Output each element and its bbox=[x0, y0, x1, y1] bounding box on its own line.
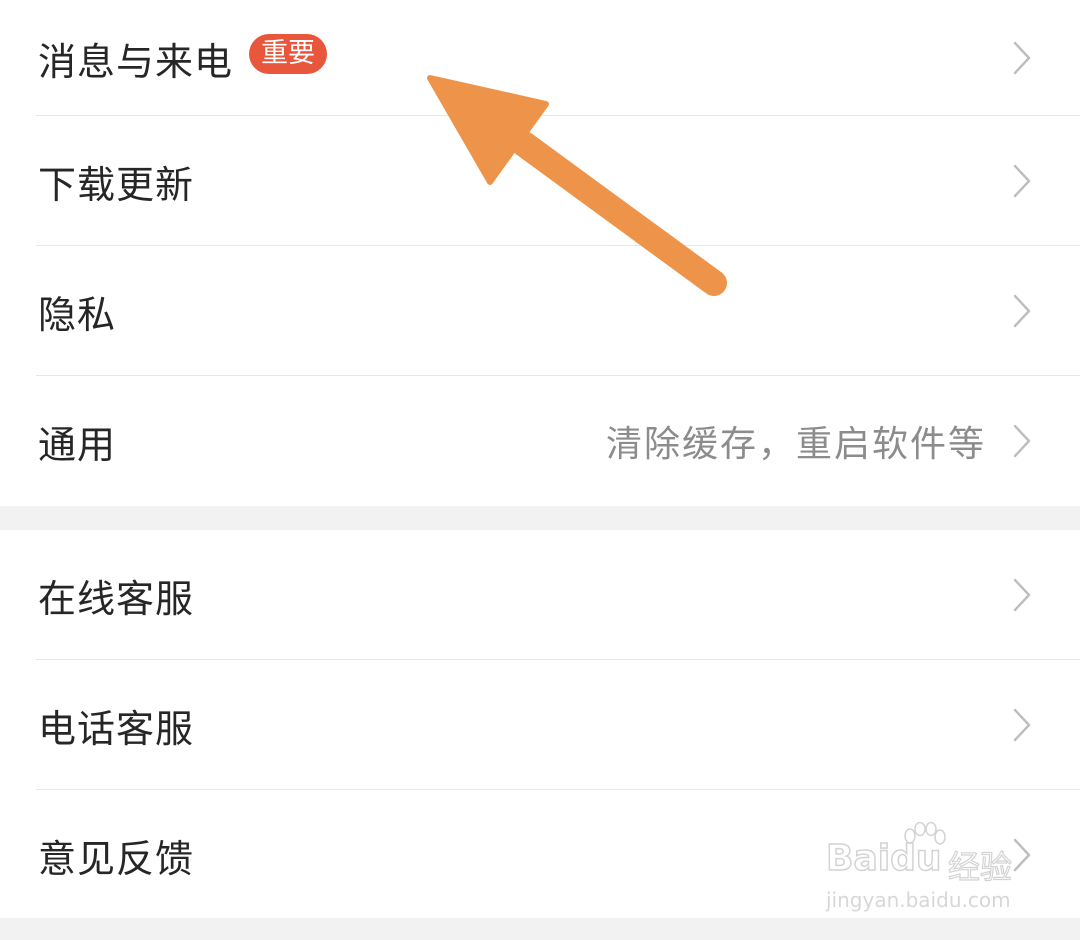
settings-item-label: 通用 bbox=[38, 422, 117, 467]
settings-item-privacy[interactable]: 隐私 bbox=[0, 246, 1080, 376]
baidu-watermark: Baidu 经验 jingyan.baidu.com bbox=[825, 822, 1026, 922]
important-badge: 重要 bbox=[249, 34, 328, 74]
settings-item-label: 在线客服 bbox=[38, 576, 195, 621]
settings-item-label: 消息与来电 bbox=[38, 39, 234, 84]
chevron-right-icon bbox=[1013, 294, 1031, 328]
watermark-url: jingyan.baidu.com bbox=[826, 888, 1011, 912]
paw-icon bbox=[904, 822, 946, 845]
chevron-right-icon bbox=[1013, 41, 1031, 75]
chevron-right-icon bbox=[1013, 164, 1031, 198]
settings-item-phone-service[interactable]: 电话客服 bbox=[0, 660, 1080, 790]
settings-item-online-service[interactable]: 在线客服 bbox=[0, 530, 1080, 660]
settings-item-general[interactable]: 通用 清除缓存，重启软件等 bbox=[0, 376, 1080, 506]
chevron-right-icon bbox=[1013, 708, 1031, 742]
settings-item-messages-calls[interactable]: 消息与来电 重要 bbox=[0, 0, 1080, 116]
settings-page: 消息与来电 重要 下载更新 隐私 通用 清除缓存，重启软件等 在线客服 电话客服… bbox=[0, 0, 1080, 940]
settings-item-label: 电话客服 bbox=[38, 706, 195, 751]
settings-item-label: 意见反馈 bbox=[38, 836, 195, 881]
chevron-right-icon bbox=[1013, 578, 1031, 612]
settings-item-label: 下载更新 bbox=[38, 162, 195, 207]
settings-group-main: 消息与来电 重要 下载更新 隐私 通用 清除缓存，重启软件等 bbox=[0, 0, 1080, 506]
chevron-right-icon bbox=[1013, 424, 1031, 458]
settings-item-label: 隐私 bbox=[38, 292, 117, 337]
settings-item-download-updates[interactable]: 下载更新 bbox=[0, 116, 1080, 246]
settings-item-subtext: 清除缓存，重启软件等 bbox=[605, 424, 986, 465]
watermark-brand-cn: 经验 bbox=[947, 847, 1013, 886]
